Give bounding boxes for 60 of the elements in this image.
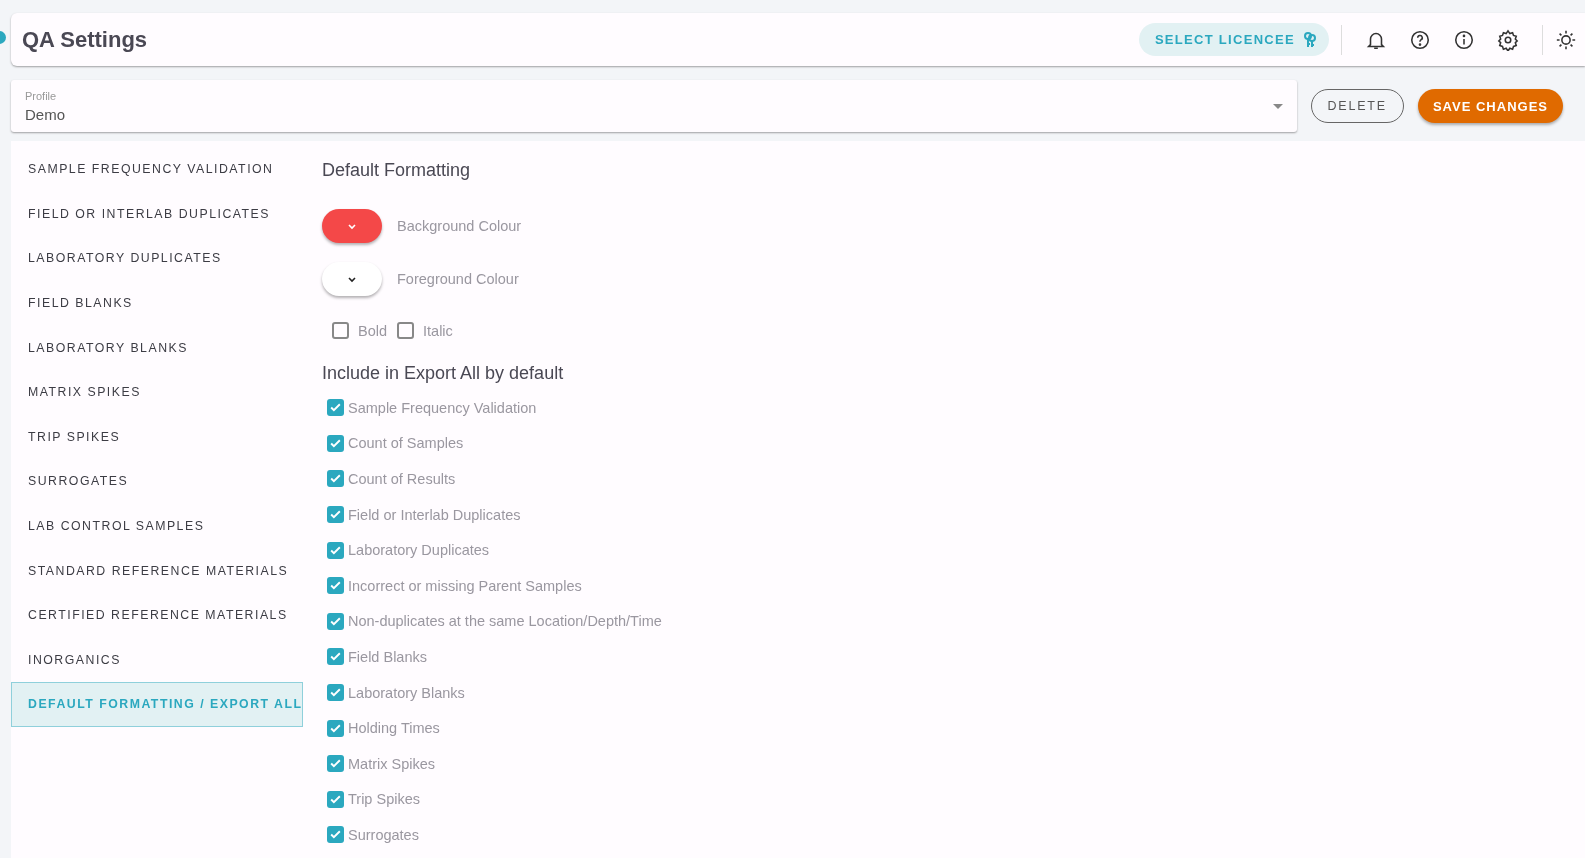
checkbox[interactable] <box>327 470 344 488</box>
colour-picker-button[interactable] <box>322 209 382 243</box>
section-title: Default Formatting <box>322 160 472 181</box>
checkbox-label: Italic <box>423 322 453 339</box>
sidebar-item[interactable]: LABORATORY BLANKS <box>11 325 303 370</box>
chevron-down-icon <box>347 222 357 230</box>
checkbox-label: Trip Spikes <box>348 791 420 808</box>
page-title: QA Settings <box>22 26 149 53</box>
checkbox[interactable] <box>327 577 344 595</box>
checkbox-label: Field or Interlab Duplicates <box>348 506 521 523</box>
brightness-icon <box>1555 28 1577 51</box>
checkbox[interactable] <box>327 541 344 559</box>
info-icon <box>1453 28 1475 51</box>
settings-icon <box>1497 28 1519 51</box>
sidebar-item[interactable]: LABORATORY DUPLICATES <box>11 236 303 281</box>
checkbox-label: Non-duplicates at the same Location/Depth/Time <box>348 613 662 630</box>
sidebar-item[interactable]: STANDARD REFERENCE MATERIALS <box>11 548 303 593</box>
sidebar-item[interactable]: FIELD BLANKS <box>11 280 303 326</box>
checkbox[interactable] <box>327 755 344 773</box>
sidebar-item[interactable]: MATRIX SPIKES <box>11 369 303 415</box>
checkbox-label: Holding Times <box>348 720 440 737</box>
sidebar-item[interactable]: INORGANICS <box>11 637 303 683</box>
profile-label: Profile <box>25 89 58 102</box>
checkbox-label: Laboratory Blanks <box>348 684 465 701</box>
checkbox[interactable] <box>397 322 415 339</box>
sidebar-item[interactable]: SAMPLE FREQUENCY VALIDATION <box>11 147 303 192</box>
colour-label: Background Colour <box>397 218 522 234</box>
checkbox-label: Surrogates <box>348 826 419 843</box>
sidebar-item[interactable]: TRIP SPIKES <box>11 414 303 460</box>
checkbox-label: Count of Samples <box>348 435 464 452</box>
checkbox-label: Bold <box>358 322 388 339</box>
checkbox[interactable] <box>327 719 344 737</box>
checkbox-label: Incorrect or missing Parent Samples <box>348 577 582 594</box>
checkbox-label: Laboratory Duplicates <box>348 542 490 559</box>
sidebar-item[interactable]: LAB CONTROL SAMPLES <box>11 503 303 549</box>
sidebar-item[interactable]: FIELD OR INTERLAB DUPLICATES <box>11 191 303 237</box>
checkbox[interactable] <box>327 648 344 666</box>
colour-picker-button[interactable] <box>322 262 382 296</box>
colour-label: Foreground Colour <box>397 271 519 287</box>
checkbox-label: Sample Frequency Validation <box>348 399 537 416</box>
checkbox[interactable] <box>327 826 344 844</box>
section-title: Include in Export All by default <box>322 363 565 384</box>
checkbox[interactable] <box>327 434 344 452</box>
checkbox[interactable] <box>327 399 344 417</box>
checkbox-label: Matrix Spikes <box>348 755 436 772</box>
checkbox-label: Field Blanks <box>348 648 427 665</box>
checkbox[interactable] <box>327 612 344 630</box>
checkbox[interactable] <box>327 684 344 702</box>
sidebar-item[interactable]: CERTIFIED REFERENCE MATERIALS <box>11 592 303 638</box>
checkbox[interactable] <box>332 322 349 339</box>
checkbox-label: Count of Results <box>348 471 456 487</box>
chevron-down-icon <box>347 275 357 283</box>
keys-icon <box>1303 31 1317 48</box>
profile-select[interactable]: Profile Demo <box>11 80 1297 132</box>
checkbox[interactable] <box>327 506 344 524</box>
dropdown-caret-icon <box>1272 103 1283 109</box>
sidebar-item[interactable]: SURROGATES <box>11 459 303 504</box>
help-icon <box>1409 28 1431 51</box>
profile-value: Demo <box>25 105 66 123</box>
checkbox[interactable] <box>327 790 344 808</box>
